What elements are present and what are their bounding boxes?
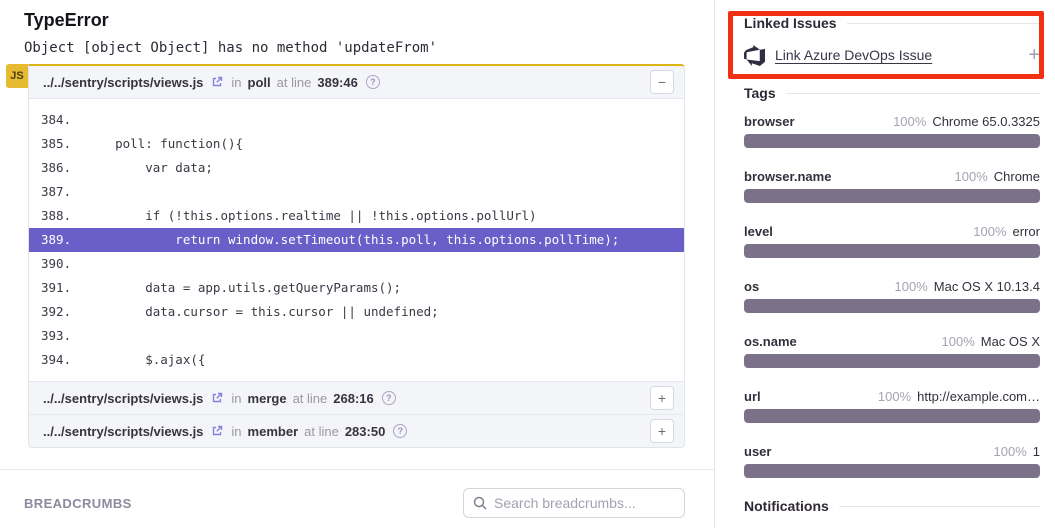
tags-section: Tags (744, 85, 1040, 101)
frame-line-number: 389:46 (317, 75, 357, 90)
tag-row-url: url 100% http://example.com… (744, 389, 1040, 423)
tag-key: url (744, 389, 761, 404)
stack-frame-header-member[interactable]: ../../sentry/scripts/views.js in member … (29, 414, 684, 447)
tag-value: Mac OS X (981, 334, 1040, 349)
tag-distribution-bar[interactable] (744, 244, 1040, 258)
frame-in-label: in (231, 391, 241, 406)
external-link-icon[interactable] (211, 425, 223, 437)
main-column: TypeError Object [object Object] has no … (0, 0, 714, 528)
tag-row-user: user 100% 1 (744, 444, 1040, 478)
link-azure-devops-row: Link Azure DevOps Issue + (744, 43, 1040, 67)
tag-distribution-bar[interactable] (744, 464, 1040, 478)
tag-row-level: level 100% error (744, 224, 1040, 258)
page-title: TypeError (24, 10, 714, 31)
expand-frame-button[interactable]: + (650, 419, 674, 443)
stack-frame-header-merge[interactable]: ../../sentry/scripts/views.js in merge a… (29, 381, 684, 414)
tag-value: Chrome 65.0.3325 (932, 114, 1040, 129)
linked-issues-title: Linked Issues (744, 15, 837, 31)
code-line: 384. (29, 108, 684, 132)
notifications-section: Notifications (744, 498, 1040, 514)
tag-percent: 100% (994, 444, 1027, 459)
tag-key: os (744, 279, 759, 294)
tag-value: 1 (1033, 444, 1040, 459)
frame-in-label: in (231, 424, 241, 439)
code-line: 387. (29, 180, 684, 204)
tag-key: browser (744, 114, 795, 129)
tag-distribution-bar[interactable] (744, 354, 1040, 368)
tag-key: browser.name (744, 169, 831, 184)
tag-percent: 100% (878, 389, 911, 404)
link-azure-devops-issue-link[interactable]: Link Azure DevOps Issue (775, 47, 932, 63)
frame-function-name: merge (248, 391, 287, 406)
tag-distribution-bar[interactable] (744, 134, 1040, 148)
frame-line-number: 268:16 (333, 391, 373, 406)
divider (839, 506, 1040, 507)
error-message: Object [object Object] has no method 'up… (24, 40, 714, 56)
frame-function-name: member (248, 424, 299, 439)
collapse-frame-button[interactable]: − (650, 70, 674, 94)
code-line: 391. data = app.utils.getQueryParams(); (29, 276, 684, 300)
tag-distribution-bar[interactable] (744, 299, 1040, 313)
expand-frame-button[interactable]: + (650, 386, 674, 410)
tag-distribution-bar[interactable] (744, 409, 1040, 423)
notifications-title: Notifications (744, 498, 829, 514)
breadcrumbs-title: BREADCRUMBS (24, 496, 132, 511)
tag-row-os: os 100% Mac OS X 10.13.4 (744, 279, 1040, 313)
code-line: 394. $.ajax({ (29, 348, 684, 372)
source-code-block: 384. 385. poll: function(){ 386. var dat… (29, 99, 684, 381)
code-line-highlighted: 389. return window.setTimeout(this.poll,… (29, 228, 684, 252)
code-line: 390. (29, 252, 684, 276)
tag-value: Chrome (994, 169, 1040, 184)
external-link-icon[interactable] (211, 76, 223, 88)
code-line: 393. (29, 324, 684, 348)
frame-in-label: in (231, 75, 241, 90)
tag-percent: 100% (942, 334, 975, 349)
frame-file-path[interactable]: ../../sentry/scripts/views.js (43, 424, 203, 439)
stacktrace: JS ../../sentry/scripts/views.js in poll… (28, 64, 685, 448)
code-line: 388. if (!this.options.realtime || !this… (29, 204, 684, 228)
code-line: 392. data.cursor = this.cursor || undefi… (29, 300, 684, 324)
divider (786, 93, 1040, 94)
code-line: 386. var data; (29, 156, 684, 180)
add-linked-issue-button[interactable]: + (1028, 45, 1040, 65)
azure-devops-icon (744, 45, 765, 66)
tag-distribution-bar[interactable] (744, 189, 1040, 203)
frame-at-label: at line (304, 424, 339, 439)
tag-value: Mac OS X 10.13.4 (934, 279, 1040, 294)
tag-row-os-name: os.name 100% Mac OS X (744, 334, 1040, 368)
search-icon (472, 495, 488, 516)
sidebar: Linked Issues Link Azure DevOps Issue + … (714, 0, 1055, 528)
frame-file-path[interactable]: ../../sentry/scripts/views.js (43, 75, 203, 90)
frame-file-path[interactable]: ../../sentry/scripts/views.js (43, 391, 203, 406)
tags-title: Tags (744, 85, 776, 101)
frame-function-name: poll (248, 75, 271, 90)
external-link-icon[interactable] (211, 392, 223, 404)
linked-issues-section: Linked Issues (744, 0, 1040, 31)
tag-key: os.name (744, 334, 797, 349)
frame-at-label: at line (277, 75, 312, 90)
help-icon[interactable]: ? (366, 75, 380, 89)
help-icon[interactable]: ? (382, 391, 396, 405)
section-divider (0, 469, 714, 470)
platform-js-badge: JS (6, 64, 28, 88)
tag-percent: 100% (955, 169, 988, 184)
tag-percent: 100% (973, 224, 1006, 239)
divider (847, 23, 1040, 24)
tag-value: http://example.com… (917, 389, 1040, 404)
search-breadcrumbs-input[interactable] (463, 488, 685, 518)
frame-line-number: 283:50 (345, 424, 385, 439)
tag-percent: 100% (895, 279, 928, 294)
frame-at-label: at line (293, 391, 328, 406)
stack-frame-header-poll[interactable]: ../../sentry/scripts/views.js in poll at… (29, 66, 684, 99)
breadcrumbs-section-header: BREADCRUMBS (24, 488, 685, 518)
tag-key: level (744, 224, 773, 239)
code-line: 385. poll: function(){ (29, 132, 684, 156)
tag-percent: 100% (893, 114, 926, 129)
help-icon[interactable]: ? (393, 424, 407, 438)
tag-row-browser-name: browser.name 100% Chrome (744, 169, 1040, 203)
tag-key: user (744, 444, 771, 459)
tag-row-browser: browser 100% Chrome 65.0.3325 (744, 114, 1040, 148)
tag-value: error (1013, 224, 1040, 239)
